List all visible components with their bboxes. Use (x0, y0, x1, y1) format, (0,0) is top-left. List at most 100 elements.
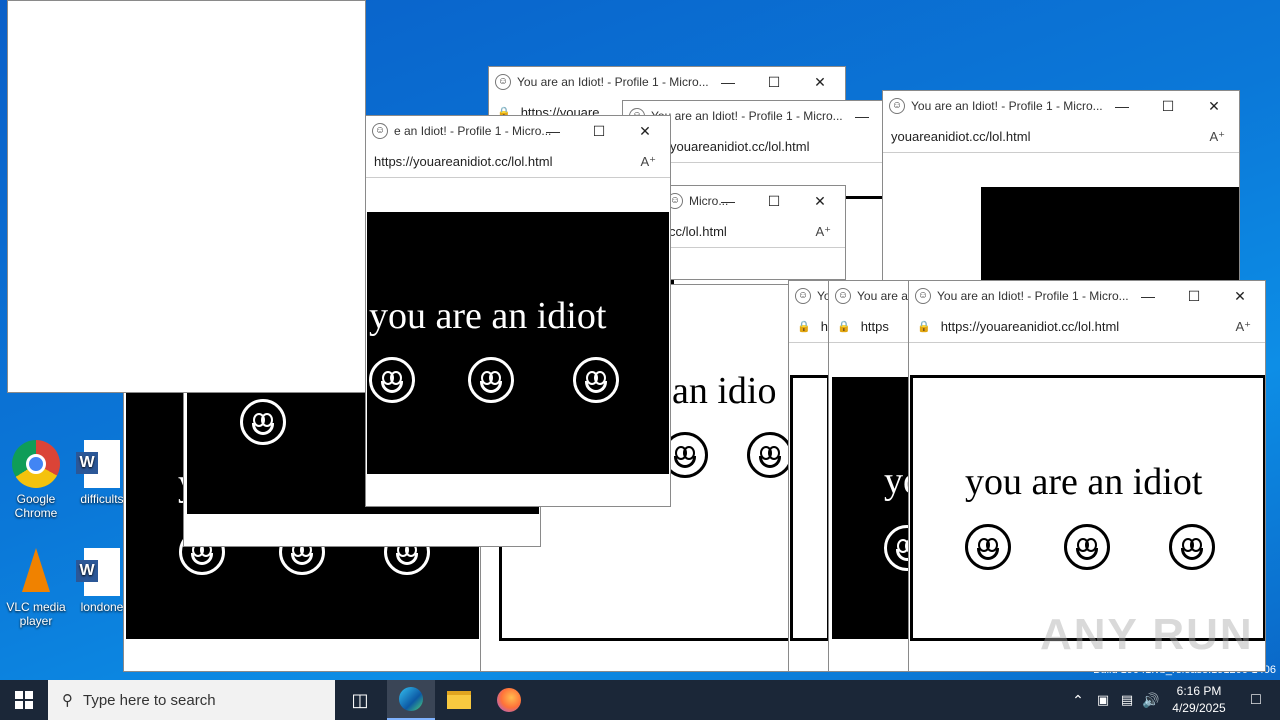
desktop-icon-vlc[interactable]: VLC media player (0, 548, 72, 628)
window-title-bar[interactable]: ☺ You are an (829, 281, 909, 311)
word-doc-icon: W (76, 440, 120, 488)
windows-logo-icon (15, 691, 33, 709)
clock[interactable]: 6:16 PM 4/29/2025 (1164, 683, 1234, 717)
search-icon: ⚲ (62, 692, 73, 709)
firefox-icon[interactable] (485, 680, 533, 720)
page-idiot-text: an idio (672, 370, 777, 412)
url-text: https://youareanidiot.cc/lol.html (940, 319, 1120, 334)
smiley-face-icon (573, 357, 619, 403)
address-bar[interactable]: youareanidiot.cc/lol.html A⁺ (883, 121, 1239, 153)
window-title-bar[interactable]: ☺ You are an Idiot! - Profile 1 - Micro..… (489, 67, 845, 97)
window-title: You are an Idiot! - Profile 1 - Micro... (937, 289, 1129, 303)
close-button[interactable]: ✕ (797, 186, 843, 216)
window-title: You are an Idiot! - Profile 1 - Micro... (651, 109, 843, 123)
file-explorer-icon[interactable] (435, 680, 483, 720)
vlc-icon (12, 548, 60, 596)
browser-window[interactable]: ☺Yo🔒https (788, 280, 830, 672)
desktop-icon-label: Google Chrome (14, 492, 58, 520)
maximize-button[interactable]: ☐ (576, 116, 622, 146)
smiley-face-icon (884, 525, 909, 571)
read-aloud-icon[interactable]: A⁺ (1235, 319, 1251, 335)
close-button[interactable]: ✕ (1217, 281, 1263, 311)
search-placeholder: Type here to search (83, 691, 216, 709)
smiley-face-icon (965, 524, 1011, 570)
chrome-icon (12, 440, 60, 488)
maximize-button[interactable]: ☐ (751, 67, 797, 97)
address-bar[interactable]: 🔒 https://youareanidiot.cc/lol.html A⁺ (909, 311, 1265, 343)
word-doc-icon: W (76, 548, 120, 596)
notifications-icon[interactable]: □ (1232, 680, 1280, 720)
smiley-favicon-icon: ☺ (795, 288, 811, 304)
window-title-bar[interactable]: ☺ Micro... — ☐ ✕ (661, 186, 845, 216)
desktop-icon-google-chrome[interactable]: Google Chrome (0, 440, 72, 520)
smiley-favicon-icon: ☺ (372, 123, 388, 139)
network-icon[interactable]: ▤ (1114, 680, 1140, 720)
idiot-page-black: yo (832, 377, 909, 639)
meet-now-icon[interactable]: ▣ (1090, 680, 1116, 720)
address-bar[interactable]: 🔒 https (829, 311, 909, 343)
address-bar[interactable]: 🔒https (789, 311, 829, 343)
close-button[interactable]: ✕ (1191, 91, 1237, 121)
taskbar-search-box[interactable]: ⚲ Type here to search (48, 680, 335, 720)
window-title: You are an Idiot! - Profile 1 - Micro... (517, 75, 709, 89)
smiley-face-icon (747, 432, 788, 478)
idiot-page-black (981, 187, 1239, 284)
smiley-favicon-icon: ☺ (495, 74, 511, 90)
smiley-face-icon (369, 357, 415, 403)
clock-date: 4/29/2025 (1172, 701, 1226, 715)
window-title-bar[interactable]: ☺ Yo (789, 281, 829, 311)
window-title: You are an Idiot! - Profile 1 - Micro... (911, 99, 1103, 113)
clock-time: 6:16 PM (1176, 684, 1222, 698)
close-button[interactable]: ✕ (622, 116, 668, 146)
maximize-button[interactable]: ☐ (751, 186, 797, 216)
maximize-button[interactable]: ☐ (1171, 281, 1217, 311)
lock-icon: 🔒 (837, 321, 851, 333)
close-button[interactable]: ✕ (797, 67, 843, 97)
edge-icon[interactable] (387, 680, 435, 720)
smiley-face-icon (468, 357, 514, 403)
smiley-favicon-icon: ☺ (915, 288, 931, 304)
minimize-button[interactable]: — (705, 186, 751, 216)
lock-icon: 🔒 (917, 321, 931, 333)
address-bar[interactable]: https://youareanidiot.cc/lol.html A⁺ (366, 146, 670, 178)
smiley-face-icon (240, 399, 286, 445)
url-text: youareanidiot.cc/lol.html (891, 129, 1031, 144)
window-title: You are an (857, 289, 910, 303)
minimize-button[interactable]: — (530, 116, 576, 146)
page-idiot-text: you are an idiot (369, 295, 607, 337)
idiot-page-white (790, 375, 829, 641)
minimize-button[interactable]: — (839, 101, 885, 131)
smiley-face-icon (1064, 524, 1110, 570)
window-title-bar[interactable]: ☺ You are an Idiot! - Profile 1 - Micro..… (883, 91, 1239, 121)
lock-icon: 🔒 (797, 321, 811, 333)
read-aloud-icon[interactable]: A⁺ (1209, 129, 1225, 145)
minimize-button[interactable]: — (1099, 91, 1145, 121)
read-aloud-icon[interactable]: A⁺ (815, 224, 831, 240)
url-text: cc/lol.html (669, 224, 727, 239)
page-idiot-text: yo (884, 460, 909, 502)
anyrun-watermark: ANY RUN (1040, 610, 1254, 659)
minimize-button[interactable]: — (1125, 281, 1171, 311)
page-idiot-text: you are an idiot (965, 461, 1203, 503)
browser-window[interactable] (7, 0, 366, 393)
maximize-button[interactable]: ☐ (1145, 91, 1191, 121)
browser-window[interactable]: ☺ Micro... — ☐ ✕ cc/lol.html A⁺ (660, 185, 846, 280)
task-view-icon[interactable]: ◫ (336, 680, 384, 720)
window-title-bar[interactable]: ☺ e an Idiot! - Profile 1 - Micro... — ☐ ✕ (366, 116, 670, 146)
volume-icon[interactable]: 🔊 (1138, 680, 1164, 720)
smiley-favicon-icon: ☺ (835, 288, 851, 304)
smiley-favicon-icon: ☺ (889, 98, 905, 114)
window-title-bar[interactable]: ☺ You are an Idiot! - Profile 1 - Micro..… (909, 281, 1265, 311)
start-button[interactable] (0, 680, 48, 720)
smiley-face-icon (1169, 524, 1215, 570)
url-text: https://youareanidiot.cc/lol.html (374, 154, 553, 169)
idiot-page-black: you are an idiot (367, 212, 669, 474)
browser-window[interactable]: ☺ You are an 🔒 https yo (828, 280, 910, 672)
desktop-icon-label: VLC media player (6, 600, 66, 628)
browser-window[interactable]: ☺ e an Idiot! - Profile 1 - Micro... — ☐ ✕ ht… (365, 115, 671, 507)
minimize-button[interactable]: — (705, 67, 751, 97)
address-bar[interactable]: cc/lol.html A⁺ (661, 216, 845, 248)
read-aloud-icon[interactable]: A⁺ (640, 154, 656, 170)
url-text: https (860, 319, 889, 334)
browser-window[interactable]: ☺ You are an Idiot! - Profile 1 - Micro..… (882, 90, 1240, 285)
